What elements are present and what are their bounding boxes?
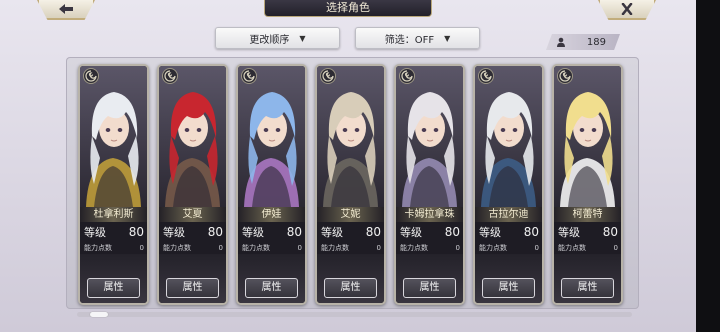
character-portrait [396, 66, 463, 207]
character-name: 卡姆拉拿珠 [396, 207, 463, 222]
ability-points-label: 能力点数 [400, 244, 428, 252]
character-name: 艾夏 [159, 207, 226, 222]
page-title: 选择角色 [264, 0, 432, 17]
level-label: 等级 [242, 226, 264, 239]
level-row: 等级 80 [84, 225, 144, 239]
level-label: 等级 [558, 226, 580, 239]
character-card[interactable]: 艾妮 等级 80 能力点数 0 属性 [315, 64, 386, 305]
filter-dropdown[interactable]: 筛选：OFF ▼ [355, 27, 480, 49]
chevron-down-icon: ▼ [444, 33, 451, 43]
ability-points-row: 能力点数 0 [400, 243, 460, 253]
level-row: 等级 80 [479, 225, 539, 239]
character-name: 伊娃 [238, 207, 305, 222]
level-value: 80 [602, 225, 618, 239]
filter-label: 筛选：OFF [384, 34, 435, 46]
character-name: 杜拿利斯 [80, 207, 147, 222]
level-value: 80 [365, 225, 381, 239]
level-row: 等级 80 [558, 225, 618, 239]
element-icon [557, 68, 573, 84]
ability-points-value: 0 [613, 244, 618, 252]
back-arrow-icon [59, 4, 73, 14]
attributes-button[interactable]: 属性 [561, 278, 614, 298]
character-portrait [238, 66, 305, 207]
ability-points-value: 0 [534, 244, 539, 252]
character-card[interactable]: 卡姆拉拿珠 等级 80 能力点数 0 属性 [394, 64, 465, 305]
horizontal-scrollbar[interactable] [77, 312, 632, 317]
person-icon [557, 37, 565, 47]
level-value: 80 [128, 225, 144, 239]
ability-points-row: 能力点数 0 [84, 243, 144, 253]
ability-points-value: 0 [297, 244, 302, 252]
ability-points-row: 能力点数 0 [479, 243, 539, 253]
character-portrait [159, 66, 226, 207]
level-label: 等级 [163, 226, 185, 239]
level-value: 80 [444, 225, 460, 239]
sort-label: 更改顺序 [249, 34, 290, 46]
owned-count: 189 [586, 36, 606, 48]
level-value: 80 [523, 225, 539, 239]
level-row: 等级 80 [321, 225, 381, 239]
attributes-button[interactable]: 属性 [245, 278, 298, 298]
level-label: 等级 [400, 226, 422, 239]
owned-count-badge: 189 [546, 34, 620, 50]
character-name: 艾妮 [317, 207, 384, 222]
attributes-button[interactable]: 属性 [87, 278, 140, 298]
level-value: 80 [286, 225, 302, 239]
character-portrait [80, 66, 147, 207]
character-portrait [317, 66, 384, 207]
ability-points-label: 能力点数 [163, 244, 191, 252]
character-portrait [554, 66, 621, 207]
character-card[interactable]: 杜拿利斯 等级 80 能力点数 0 属性 [78, 64, 149, 305]
ability-points-row: 能力点数 0 [321, 243, 381, 253]
level-label: 等级 [84, 226, 106, 239]
character-name: 柯蕾特 [554, 207, 621, 222]
character-card[interactable]: 艾夏 等级 80 能力点数 0 属性 [157, 64, 228, 305]
level-label: 等级 [321, 226, 343, 239]
element-icon [83, 68, 99, 84]
character-card[interactable]: 柯蕾特 等级 80 能力点数 0 属性 [552, 64, 623, 305]
level-label: 等级 [479, 226, 501, 239]
element-icon [399, 68, 415, 84]
ability-points-label: 能力点数 [479, 244, 507, 252]
ability-points-value: 0 [218, 244, 223, 252]
ability-points-label: 能力点数 [242, 244, 270, 252]
back-button[interactable] [37, 0, 95, 20]
sort-dropdown[interactable]: 更改顺序 ▼ [215, 27, 340, 49]
level-row: 等级 80 [163, 225, 223, 239]
attributes-button[interactable]: 属性 [324, 278, 377, 298]
level-row: 等级 80 [242, 225, 302, 239]
close-button[interactable] [598, 0, 656, 20]
attributes-button[interactable]: 属性 [482, 278, 535, 298]
character-portrait [475, 66, 542, 207]
character-name: 古拉尔迪 [475, 207, 542, 222]
element-icon [320, 68, 336, 84]
character-card[interactable]: 古拉尔迪 等级 80 能力点数 0 属性 [473, 64, 544, 305]
ability-points-value: 0 [376, 244, 381, 252]
attributes-button[interactable]: 属性 [403, 278, 456, 298]
level-value: 80 [207, 225, 223, 239]
element-icon [478, 68, 494, 84]
ability-points-label: 能力点数 [558, 244, 586, 252]
ability-points-row: 能力点数 0 [163, 243, 223, 253]
attributes-button[interactable]: 属性 [166, 278, 219, 298]
ability-points-label: 能力点数 [84, 244, 112, 252]
chevron-down-icon: ▼ [299, 33, 306, 43]
ability-points-label: 能力点数 [321, 244, 349, 252]
character-card[interactable]: 伊娃 等级 80 能力点数 0 属性 [236, 64, 307, 305]
element-icon [241, 68, 257, 84]
close-icon [621, 3, 633, 15]
scrollbar-thumb[interactable] [90, 312, 108, 317]
ability-points-value: 0 [455, 244, 460, 252]
level-row: 等级 80 [400, 225, 460, 239]
element-icon [162, 68, 178, 84]
ability-points-row: 能力点数 0 [558, 243, 618, 253]
device-bezel [696, 0, 720, 332]
ability-points-value: 0 [139, 244, 144, 252]
ability-points-row: 能力点数 0 [242, 243, 302, 253]
